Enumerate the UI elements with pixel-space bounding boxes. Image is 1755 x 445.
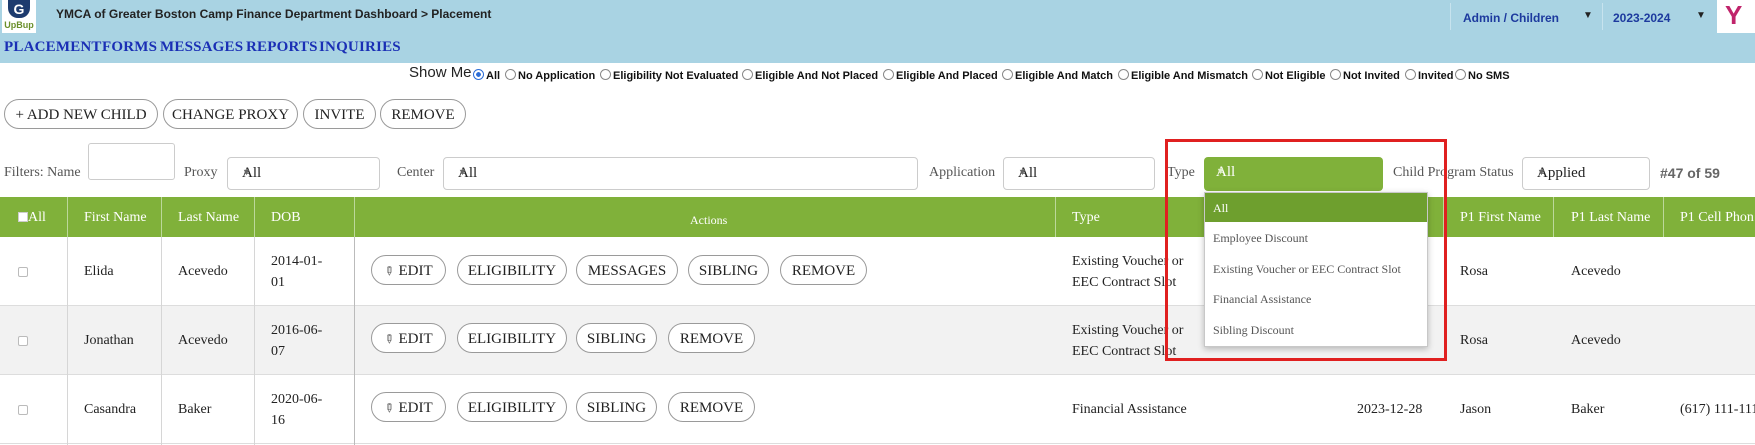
role-select-value: Admin / Children xyxy=(1463,11,1559,25)
application-label: Application xyxy=(929,165,996,180)
radio-eligible-and-placed[interactable]: Eligible And Placed xyxy=(883,69,998,82)
eligibility-button[interactable]: ELIGIBILITY xyxy=(457,255,567,285)
cell-date: 2023-12-28 xyxy=(1357,402,1423,417)
invite-button[interactable]: INVITE xyxy=(303,99,376,129)
row-checkbox[interactable] xyxy=(18,405,28,415)
table-row: Jonathan Acevedo 2016-06- 07 ✎EDIT ELIGIB… xyxy=(0,306,1755,375)
select-all-checkbox[interactable]: All xyxy=(18,210,46,226)
eligibility-button[interactable]: ELIGIBILITY xyxy=(457,392,567,422)
cell-type: Financial Assistance xyxy=(1072,402,1187,417)
record-count: #47 of 59 xyxy=(1660,165,1720,181)
plus-icon: + xyxy=(15,107,27,123)
radio-no-sms[interactable]: No SMS xyxy=(1455,69,1510,82)
col-last-name[interactable]: Last Name xyxy=(178,210,239,226)
col-p1-last-name[interactable]: P1 Last Name xyxy=(1571,210,1650,226)
radio-eligible-and-mismatch[interactable]: Eligible And Mismatch xyxy=(1118,69,1248,82)
edit-button[interactable]: ✎EDIT xyxy=(371,323,446,353)
messages-button[interactable]: MESSAGES xyxy=(576,255,678,285)
logo-text: UpBup xyxy=(4,20,34,30)
cell-p1-first: Jason xyxy=(1460,402,1492,417)
nav-forms[interactable]: FORMS xyxy=(102,39,157,56)
year-select-value: 2023-2024 xyxy=(1613,11,1671,25)
radio-invited[interactable]: Invited xyxy=(1405,69,1453,82)
table-row: Casandra Baker 2020-06- 16 ✎EDIT ELIGIBIL… xyxy=(0,375,1755,444)
year-select[interactable]: 2023-2024 ▼ xyxy=(1602,3,1713,30)
page-title: YMCA of Greater Boston Camp Finance Depa… xyxy=(56,7,492,21)
child-program-status-select[interactable]: Applied ▼ xyxy=(1522,157,1650,190)
eligibility-button[interactable]: ELIGIBILITY xyxy=(457,323,567,353)
chevron-down-icon: ▼ xyxy=(1018,167,1027,177)
col-dob[interactable]: DOB xyxy=(271,210,301,226)
edit-button[interactable]: ✎EDIT xyxy=(371,392,446,422)
row-checkbox[interactable] xyxy=(18,267,28,277)
row-checkbox[interactable] xyxy=(18,336,28,346)
radio-not-eligible[interactable]: Not Eligible xyxy=(1252,69,1326,82)
cell-dob: 2014-01- 01 xyxy=(271,254,323,290)
col-actions: Actions xyxy=(690,213,728,227)
radio-no-application[interactable]: No Application xyxy=(505,69,595,82)
cell-dob: 2020-06- 16 xyxy=(271,392,323,428)
cell-p1-last: Acevedo xyxy=(1571,264,1621,279)
col-type[interactable]: Type xyxy=(1072,210,1100,226)
upbup-logo[interactable]: G UpBup xyxy=(2,0,36,33)
chevron-down-icon: ▼ xyxy=(1696,10,1706,21)
sibling-button[interactable]: SIBLING xyxy=(576,392,657,422)
sibling-button[interactable]: SIBLING xyxy=(576,323,657,353)
edit-button[interactable]: ✎EDIT xyxy=(371,255,446,285)
cell-p1-first: Rosa xyxy=(1460,333,1488,348)
filter-name-label: Filters: Name xyxy=(4,165,81,180)
col-p1-first-name[interactable]: P1 First Name xyxy=(1460,210,1541,226)
col-first-name[interactable]: First Name xyxy=(84,210,147,226)
center-label: Center xyxy=(397,165,435,180)
highlight-box xyxy=(1165,139,1447,361)
remove-button[interactable]: REMOVE xyxy=(380,99,466,129)
cell-last-name: Baker xyxy=(178,402,212,417)
show-me-filter: Show Me All No Application Eligibility N… xyxy=(0,63,1755,85)
chevron-down-icon: ▼ xyxy=(458,167,467,177)
nav-inquiries[interactable]: INQUIRIES xyxy=(319,39,401,56)
center-select[interactable]: All ▼ xyxy=(443,157,918,190)
proxy-select[interactable]: All ▼ xyxy=(227,157,380,190)
change-proxy-button[interactable]: CHANGE PROXY xyxy=(163,99,298,129)
radio-eligibility-not-evaluated[interactable]: Eligibility Not Evaluated xyxy=(600,69,738,82)
radio-eligible-and-match[interactable]: Eligible And Match xyxy=(1002,69,1113,82)
remove-row-button[interactable]: REMOVE xyxy=(668,323,755,353)
ymca-logo: Y xyxy=(1717,0,1755,33)
cell-first-name: Elida xyxy=(84,264,114,279)
cell-first-name: Jonathan xyxy=(84,333,134,348)
radio-not-invited[interactable]: Not Invited xyxy=(1330,69,1400,82)
cell-last-name: Acevedo xyxy=(178,264,228,279)
main-nav: PLACEMENT FORMS MESSAGES REPORTS INQUIRI… xyxy=(0,33,1755,63)
logo-mark-icon: G xyxy=(8,0,30,18)
nav-placement[interactable]: PLACEMENT xyxy=(4,39,102,56)
cell-p1-last: Baker xyxy=(1571,402,1605,417)
col-p1-cell-phone[interactable]: P1 Cell Phon xyxy=(1680,210,1754,226)
cell-first-name: Casandra xyxy=(84,402,137,417)
radio-all[interactable]: All xyxy=(473,69,500,82)
chevron-down-icon: ▼ xyxy=(1583,10,1593,21)
cell-p1-first: Rosa xyxy=(1460,264,1488,279)
cell-p1-last: Acevedo xyxy=(1571,333,1621,348)
remove-row-button[interactable]: REMOVE xyxy=(780,255,867,285)
proxy-label: Proxy xyxy=(184,165,218,180)
sibling-button[interactable]: SIBLING xyxy=(688,255,769,285)
cell-last-name: Acevedo xyxy=(178,333,228,348)
chevron-down-icon: ▼ xyxy=(1537,167,1546,177)
radio-eligible-and-not-placed[interactable]: Eligible And Not Placed xyxy=(742,69,878,82)
role-select[interactable]: Admin / Children ▼ xyxy=(1450,3,1601,30)
nav-reports[interactable]: REPORTS xyxy=(246,39,318,56)
nav-messages[interactable]: MESSAGES xyxy=(160,39,243,56)
cell-p1-phone: (617) 111-111 xyxy=(1680,402,1755,417)
show-me-label: Show Me xyxy=(409,64,472,81)
remove-row-button[interactable]: REMOVE xyxy=(668,392,755,422)
add-new-child-button[interactable]: + ADD NEW CHILD xyxy=(4,99,158,129)
table-row: Elida Acevedo 2014-01- 01 ✎EDIT ELIGIBILI… xyxy=(0,237,1755,306)
cell-dob: 2016-06- 07 xyxy=(271,323,323,359)
chevron-down-icon: ▼ xyxy=(242,167,251,177)
name-filter-input[interactable] xyxy=(88,143,175,180)
application-select[interactable]: All ▼ xyxy=(1003,157,1155,190)
table-header: All First Name Last Name DOB Actions Typ… xyxy=(0,197,1755,237)
